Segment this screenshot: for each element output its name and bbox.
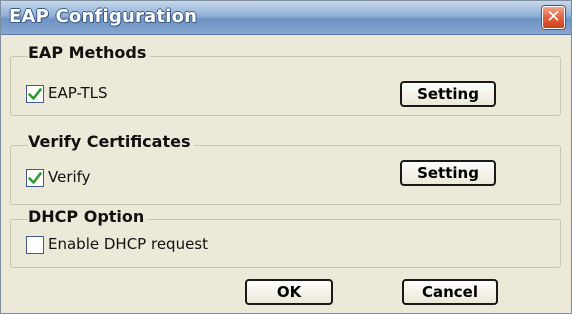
enable-dhcp-label[interactable]: Enable DHCP request xyxy=(48,235,208,253)
ok-button[interactable]: OK xyxy=(245,279,333,305)
verify-certificates-title: Verify Certificates xyxy=(28,132,195,151)
title-bar[interactable]: EAP Configuration ✕ xyxy=(1,1,571,35)
eap-tls-label[interactable]: EAP-TLS xyxy=(48,84,108,102)
enable-dhcp-checkbox[interactable] xyxy=(26,236,44,254)
cancel-button[interactable]: Cancel xyxy=(402,279,498,305)
checkmark-icon xyxy=(28,172,42,184)
eap-tls-checkbox[interactable] xyxy=(26,85,44,103)
window-title: EAP Configuration xyxy=(9,6,198,27)
verify-label[interactable]: Verify xyxy=(48,168,91,186)
eap-configuration-dialog: EAP Configuration ✕ EAP Methods EAP-TLS … xyxy=(0,0,572,314)
dhcp-option-title: DHCP Option xyxy=(28,207,149,226)
verify-certificates-setting-button[interactable]: Setting xyxy=(400,160,496,186)
checkmark-icon xyxy=(28,88,42,100)
eap-methods-title: EAP Methods xyxy=(28,43,151,62)
eap-methods-setting-button[interactable]: Setting xyxy=(400,81,496,107)
close-icon: ✕ xyxy=(546,7,561,27)
close-button[interactable]: ✕ xyxy=(542,6,565,29)
verify-checkbox[interactable] xyxy=(26,169,44,187)
